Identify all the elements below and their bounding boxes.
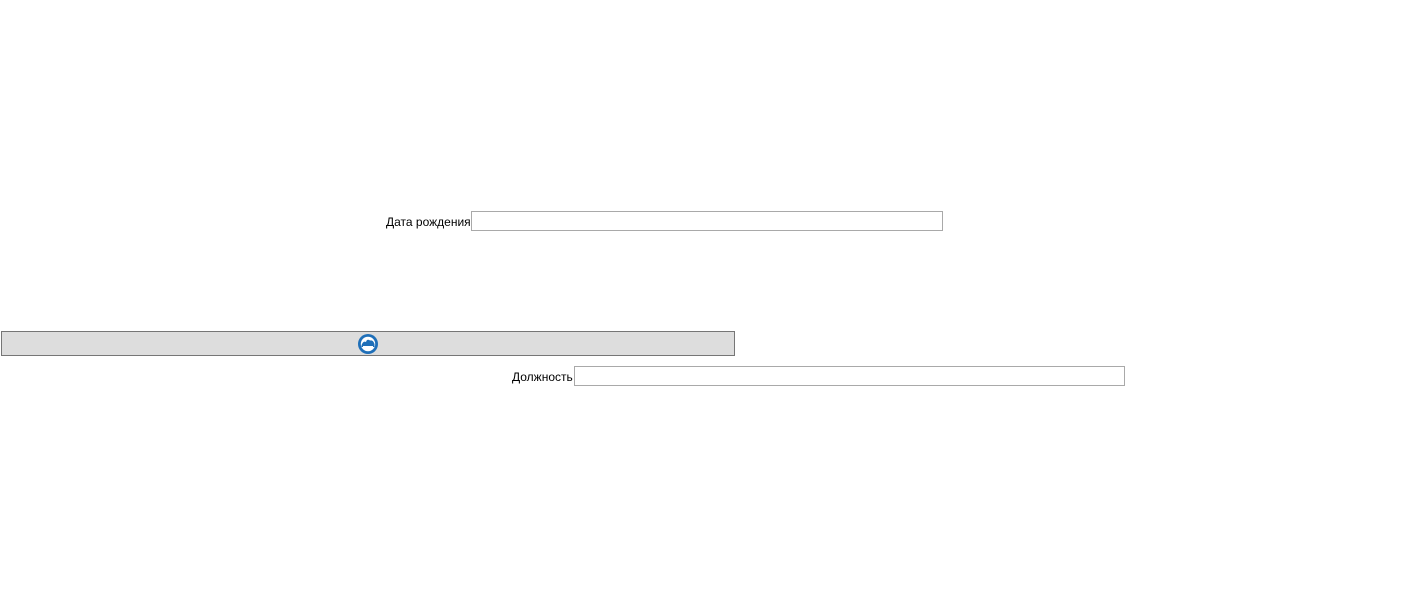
position-label: Должность (512, 370, 573, 384)
toolbar-action-button[interactable] (1, 331, 735, 356)
form-window: Дата рождения Должность (0, 0, 1424, 609)
position-input[interactable] (574, 366, 1125, 386)
birth-date-label: Дата рождения (386, 215, 471, 229)
birth-date-input[interactable] (471, 211, 943, 231)
app-logo-icon (357, 333, 379, 355)
